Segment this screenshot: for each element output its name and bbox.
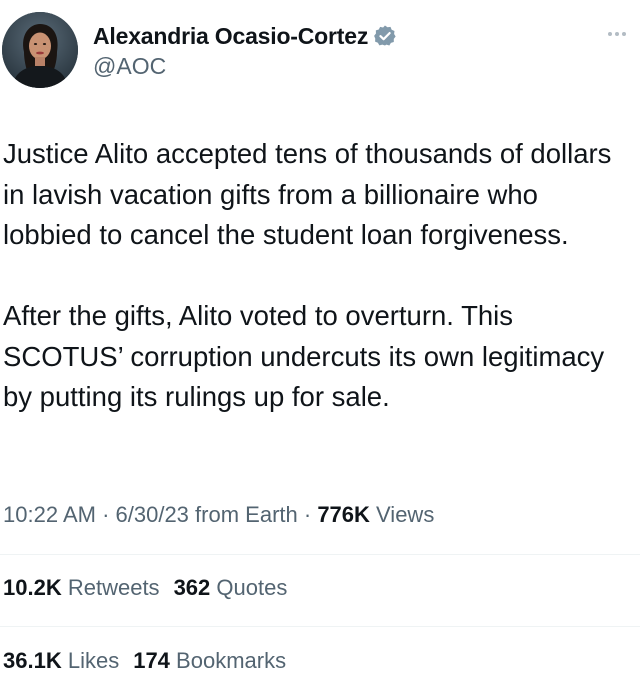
quotes-count: 362: [173, 575, 211, 600]
tweet-meta: 10:22 AM · 6/30/23 from Earth · 776K Vie…: [3, 502, 434, 528]
retweets-stat[interactable]: 10.2K Retweets: [3, 575, 160, 600]
verified-badge-icon[interactable]: [374, 25, 396, 47]
avatar[interactable]: [2, 12, 78, 88]
tweet-time[interactable]: 10:22 AM: [3, 502, 96, 527]
likes-label: Likes: [67, 648, 120, 673]
likes-count: 36.1K: [3, 648, 62, 673]
profile-photo-icon: [2, 12, 78, 88]
display-name-row: Alexandria Ocasio-Cortez: [93, 20, 396, 52]
divider: [0, 626, 640, 627]
retweets-count: 10.2K: [3, 575, 62, 600]
retweets-label: Retweets: [67, 575, 160, 600]
retweets-quotes-row: 10.2K Retweets 362 Quotes: [3, 575, 287, 601]
views-count: 776K: [317, 502, 370, 527]
more-options-icon[interactable]: [600, 28, 626, 40]
tweet-text: Justice Alito accepted tens of thousands…: [3, 134, 633, 418]
likes-stat[interactable]: 36.1K Likes: [3, 648, 119, 673]
dot: [615, 32, 619, 36]
bookmarks-stat[interactable]: 174 Bookmarks: [133, 648, 286, 673]
tweet-paragraph: After the gifts, Alito voted to overturn…: [3, 300, 605, 412]
divider: [0, 554, 640, 555]
quotes-label: Quotes: [216, 575, 288, 600]
dot: [608, 32, 612, 36]
meta-separator: ·: [95, 502, 116, 527]
meta-separator: ·: [297, 502, 318, 527]
author-names: Alexandria Ocasio-Cortez @AOC: [93, 20, 396, 80]
bookmarks-count: 174: [133, 648, 170, 673]
bookmarks-label: Bookmarks: [176, 648, 287, 673]
tweet-source: from Earth: [195, 502, 298, 527]
views-label: Views: [376, 502, 435, 527]
tweet-paragraph: Justice Alito accepted tens of thousands…: [3, 138, 612, 250]
quotes-stat[interactable]: 362 Quotes: [174, 575, 288, 600]
dot: [622, 32, 626, 36]
tweet-header: Alexandria Ocasio-Cortez @AOC: [0, 0, 640, 100]
tweet-date[interactable]: 6/30/23: [116, 502, 189, 527]
likes-bookmarks-row: 36.1K Likes 174 Bookmarks: [3, 648, 286, 674]
handle[interactable]: @AOC: [93, 53, 396, 80]
display-name[interactable]: Alexandria Ocasio-Cortez: [93, 23, 368, 50]
